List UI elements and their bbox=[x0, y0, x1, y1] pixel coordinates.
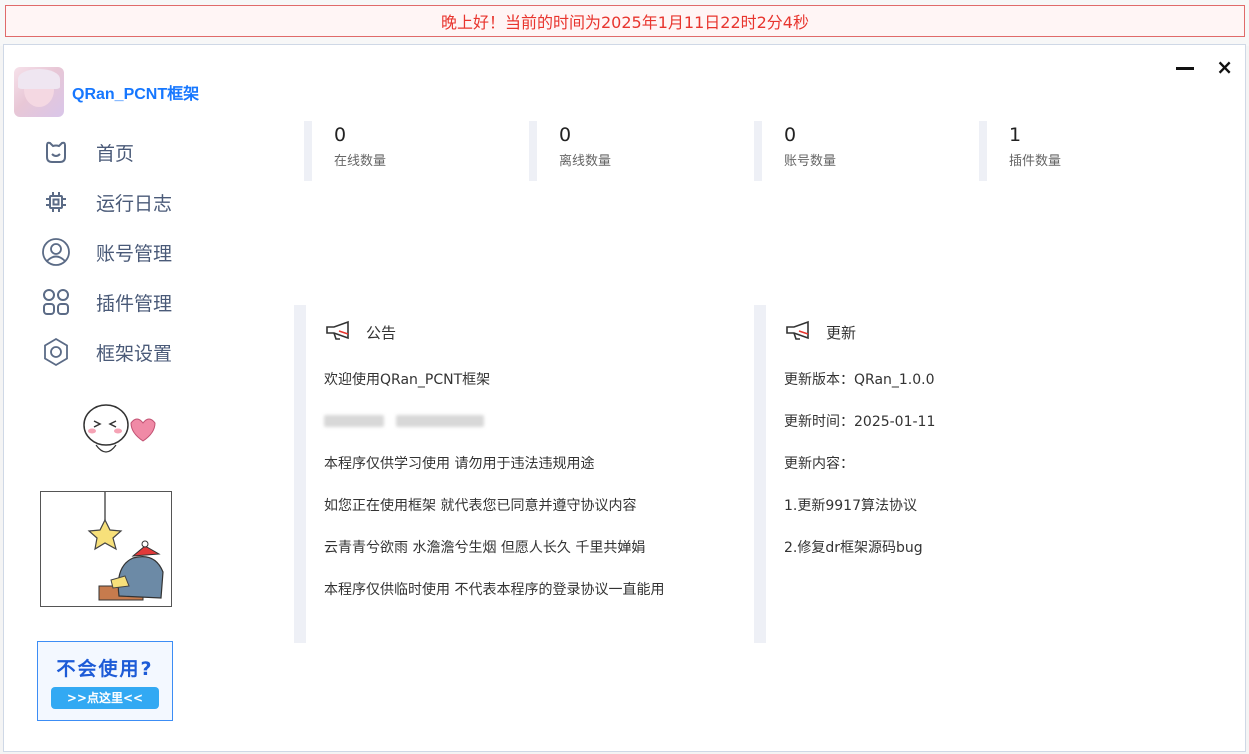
announcement-title: 公告 bbox=[366, 323, 397, 342]
stat-label: 在线数量 bbox=[334, 154, 387, 169]
heart-sticker-image bbox=[76, 395, 156, 465]
close-button[interactable]: × bbox=[1216, 55, 1233, 79]
sidebar: 首页 运行日志 账号管理 插件管理 框架设置 bbox=[14, 127, 214, 377]
sidebar-item-logs[interactable]: 运行日志 bbox=[14, 177, 214, 227]
sidebar-item-plugins[interactable]: 插件管理 bbox=[14, 277, 214, 327]
stat-value: 0 bbox=[784, 124, 797, 146]
update-line: 2.修复dr框架源码bug bbox=[784, 540, 923, 556]
stat-label: 插件数量 bbox=[1009, 154, 1062, 169]
stat-accounts: 0 账号数量 bbox=[754, 121, 964, 181]
stat-plugins: 1 插件数量 bbox=[979, 121, 1189, 181]
greeting-banner: 晚上好！当前的时间为2025年1月11日22时2分4秒 bbox=[5, 5, 1245, 37]
main-window: × QRan_PCNT框架 首页 运行日志 账号管理 插件管理 框架设置 不会使… bbox=[3, 44, 1246, 752]
stat-value: 1 bbox=[1009, 124, 1022, 146]
megaphone-icon bbox=[784, 320, 814, 344]
update-line: 1.更新9917算法协议 bbox=[784, 498, 917, 514]
gear-icon bbox=[40, 336, 72, 368]
sidebar-item-home[interactable]: 首页 bbox=[14, 127, 214, 177]
help-title: 不会使用? bbox=[56, 657, 154, 680]
sidebar-item-label: 插件管理 bbox=[96, 292, 173, 315]
cat-star-sticker-image bbox=[40, 491, 172, 607]
app-header: QRan_PCNT框架 bbox=[14, 67, 199, 117]
announcement-panel: 公告 欢迎使用QRan_PCNT框架 本程序仅供学习使用 请勿用于违法违规用途 … bbox=[294, 305, 734, 643]
update-panel: 更新 更新版本：QRan_1.0.0 更新时间：2025-01-11 更新内容：… bbox=[754, 305, 1194, 643]
minimize-button[interactable] bbox=[1176, 55, 1195, 79]
blurred-text bbox=[324, 415, 384, 427]
stat-online: 0 在线数量 bbox=[304, 121, 514, 181]
update-header: 更新 bbox=[784, 317, 1194, 347]
sidebar-item-settings[interactable]: 框架设置 bbox=[14, 327, 214, 377]
app-title: QRan_PCNT框架 bbox=[72, 86, 200, 103]
window-controls: × bbox=[1176, 55, 1233, 79]
megaphone-icon bbox=[324, 320, 354, 344]
help-banner[interactable]: 不会使用? >>点这里<< bbox=[37, 641, 173, 721]
sidebar-item-label: 运行日志 bbox=[96, 192, 173, 215]
announcement-header: 公告 bbox=[324, 317, 734, 347]
stat-label: 离线数量 bbox=[559, 154, 612, 169]
update-line: 更新内容： bbox=[784, 456, 854, 472]
stat-value: 0 bbox=[334, 124, 347, 146]
sidebar-item-label: 账号管理 bbox=[96, 242, 173, 265]
announcement-line: 如您正在使用框架 就代表您已同意并遵守协议内容 bbox=[324, 498, 637, 514]
home-icon bbox=[40, 136, 72, 168]
minimize-icon bbox=[1176, 67, 1195, 70]
sidebar-item-label: 首页 bbox=[96, 142, 135, 165]
stat-value: 0 bbox=[559, 124, 572, 146]
update-title: 更新 bbox=[826, 323, 857, 342]
announcement-line: 云青青兮欲雨 水澹澹兮生烟 但愿人长久 千里共婵娟 bbox=[324, 540, 646, 556]
sidebar-item-label: 框架设置 bbox=[96, 342, 173, 365]
update-line: 更新时间：2025-01-11 bbox=[784, 414, 936, 430]
app-avatar bbox=[14, 67, 64, 117]
sidebar-item-accounts[interactable]: 账号管理 bbox=[14, 227, 214, 277]
blurred-content bbox=[324, 411, 734, 431]
update-line: 更新版本：QRan_1.0.0 bbox=[784, 372, 935, 388]
grid-icon bbox=[40, 286, 72, 318]
help-button[interactable]: >>点这里<< bbox=[51, 686, 159, 709]
stat-label: 账号数量 bbox=[784, 154, 837, 169]
user-icon bbox=[40, 236, 72, 268]
announcement-line: 本程序仅供临时使用 不代表本程序的登录协议一直能用 bbox=[324, 582, 665, 598]
announcement-line: 欢迎使用QRan_PCNT框架 bbox=[324, 372, 491, 388]
announcement-line: 本程序仅供学习使用 请勿用于违法违规用途 bbox=[324, 456, 595, 472]
chip-icon bbox=[40, 186, 72, 218]
stat-offline: 0 离线数量 bbox=[529, 121, 739, 181]
blurred-text bbox=[396, 415, 484, 427]
stats-row: 0 在线数量 0 离线数量 0 账号数量 1 插件数量 bbox=[304, 121, 1224, 181]
